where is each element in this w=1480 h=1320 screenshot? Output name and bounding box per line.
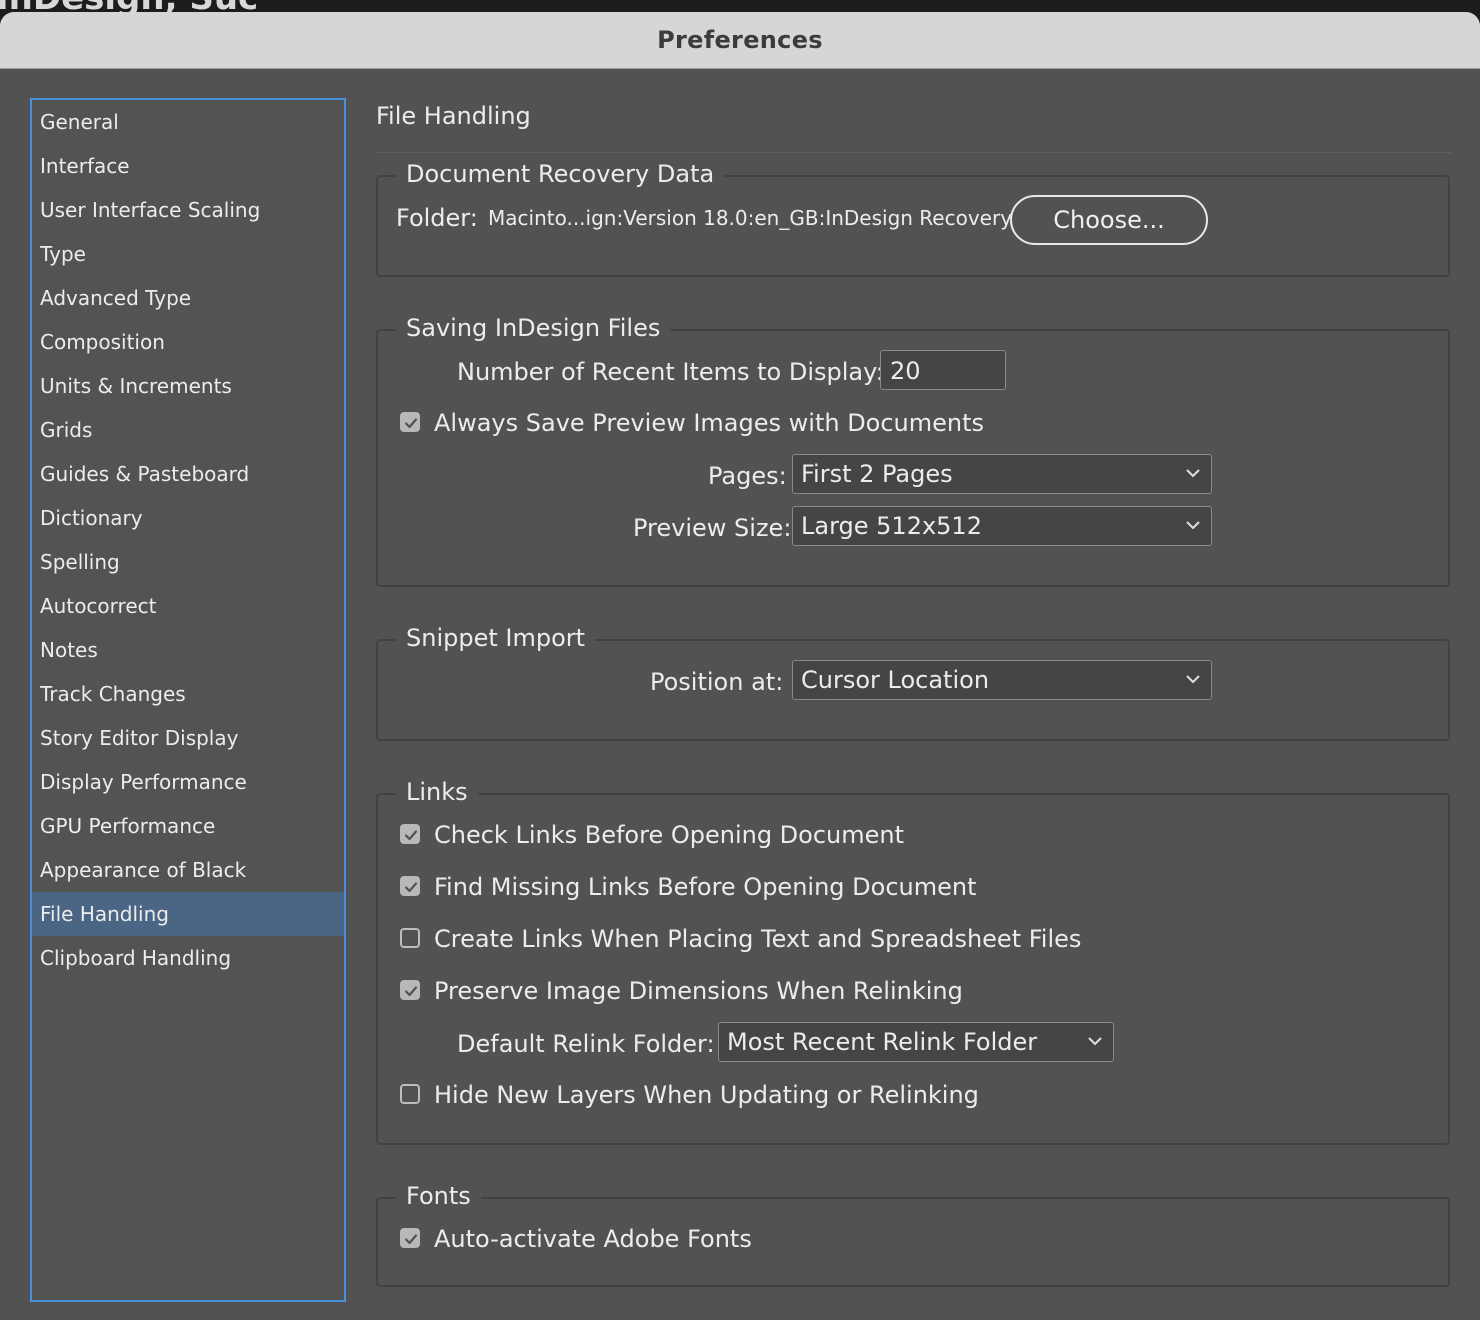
chevron-down-icon [1186, 469, 1200, 478]
sidebar-item-grids[interactable]: Grids [32, 408, 344, 452]
preview-size-label: Preview Size: [633, 514, 792, 542]
document-recovery-group: Document Recovery Data Folder: Macinto..… [376, 157, 1450, 277]
pages-label: Pages: [708, 462, 787, 490]
hide-new-layers-label: Hide New Layers When Updating or Relinki… [434, 1081, 979, 1109]
preferences-dialog: Preferences General Interface User Interfa… [0, 12, 1480, 1320]
sidebar-item-appearance-of-black[interactable]: Appearance of Black [32, 848, 344, 892]
chevron-down-icon [1186, 521, 1200, 530]
checkmark-icon [404, 882, 418, 893]
check-links-checkbox[interactable] [400, 824, 420, 844]
recent-items-label: Number of Recent Items to Display: [457, 358, 884, 386]
sidebar-item-track-changes[interactable]: Track Changes [32, 672, 344, 716]
find-missing-links-checkbox[interactable] [400, 876, 420, 896]
dialog-title: Preferences [657, 26, 823, 54]
always-save-preview-label: Always Save Preview Images with Document… [434, 409, 985, 437]
checkmark-icon [404, 986, 418, 997]
find-missing-links-label: Find Missing Links Before Opening Docume… [434, 873, 977, 901]
sidebar-item-spelling[interactable]: Spelling [32, 540, 344, 584]
position-at-value: Cursor Location [801, 666, 990, 694]
sidebar-item-file-handling[interactable]: File Handling [32, 892, 344, 936]
checkmark-icon [404, 1234, 418, 1245]
always-save-preview-checkbox[interactable] [400, 412, 420, 432]
position-at-dropdown[interactable]: Cursor Location [792, 660, 1212, 700]
choose-folder-button[interactable]: Choose... [1010, 195, 1208, 245]
sidebar-item-general[interactable]: General [32, 100, 344, 144]
chevron-down-icon [1088, 1037, 1102, 1046]
checkmark-icon [404, 830, 418, 841]
preview-size-value: Large 512x512 [801, 512, 982, 540]
file-handling-panel: File Handling Document Recovery Data Fol… [376, 100, 1456, 1300]
snippet-import-group-title: Snippet Import [396, 621, 596, 655]
sidebar-item-advanced-type[interactable]: Advanced Type [32, 276, 344, 320]
sidebar-item-story-editor-display[interactable]: Story Editor Display [32, 716, 344, 760]
pages-value: First 2 Pages [801, 460, 953, 488]
document-recovery-group-title: Document Recovery Data [396, 157, 725, 191]
fonts-group: Fonts Auto-activate Adobe Fonts [376, 1179, 1450, 1287]
preserve-dimensions-checkbox[interactable] [400, 980, 420, 1000]
saving-files-group-title: Saving InDesign Files [396, 311, 671, 345]
recent-items-field[interactable]: 20 [880, 350, 1006, 390]
sidebar-item-guides-pasteboard[interactable]: Guides & Pasteboard [32, 452, 344, 496]
saving-files-group: Saving InDesign Files Number of Recent I… [376, 311, 1450, 587]
default-relink-folder-label: Default Relink Folder: [457, 1030, 715, 1058]
pages-dropdown[interactable]: First 2 Pages [792, 454, 1212, 494]
position-at-label: Position at: [650, 668, 784, 696]
dialog-titlebar[interactable]: Preferences [0, 12, 1480, 69]
default-relink-folder-value: Most Recent Relink Folder [727, 1028, 1038, 1056]
recent-items-value: 20 [890, 357, 921, 385]
sidebar-item-gpu-performance[interactable]: GPU Performance [32, 804, 344, 848]
auto-activate-fonts-label: Auto-activate Adobe Fonts [434, 1225, 752, 1253]
sidebar-item-notes[interactable]: Notes [32, 628, 344, 672]
create-links-label: Create Links When Placing Text and Sprea… [434, 925, 1082, 953]
sidebar-item-autocorrect[interactable]: Autocorrect [32, 584, 344, 628]
recovery-folder-path: Macinto...ign:Version 18.0:en_GB:InDesig… [488, 206, 1013, 230]
sidebar-item-interface[interactable]: Interface [32, 144, 344, 188]
section-divider [376, 152, 1452, 153]
sidebar-item-type[interactable]: Type [32, 232, 344, 276]
default-relink-folder-dropdown[interactable]: Most Recent Relink Folder [718, 1022, 1114, 1062]
auto-activate-fonts-checkbox[interactable] [400, 1228, 420, 1248]
hide-new-layers-checkbox[interactable] [400, 1084, 420, 1104]
links-group: Links Check Links Before Opening Documen… [376, 775, 1450, 1145]
snippet-import-group: Snippet Import Position at: Cursor Locat… [376, 621, 1450, 741]
sidebar-item-units-increments[interactable]: Units & Increments [32, 364, 344, 408]
preferences-sidebar: General Interface User Interface Scaling Ty… [30, 98, 346, 1302]
sidebar-item-dictionary[interactable]: Dictionary [32, 496, 344, 540]
sidebar-item-user-interface-scaling[interactable]: User Interface Scaling [32, 188, 344, 232]
links-group-title: Links [396, 775, 478, 809]
fonts-group-title: Fonts [396, 1179, 481, 1213]
sidebar-item-display-performance[interactable]: Display Performance [32, 760, 344, 804]
check-links-label: Check Links Before Opening Document [434, 821, 905, 849]
create-links-checkbox[interactable] [400, 928, 420, 948]
preserve-dimensions-label: Preserve Image Dimensions When Relinking [434, 977, 963, 1005]
sidebar-item-clipboard-handling[interactable]: Clipboard Handling [32, 936, 344, 980]
preview-size-dropdown[interactable]: Large 512x512 [792, 506, 1212, 546]
folder-label: Folder: [396, 204, 478, 232]
checkmark-icon [404, 418, 418, 429]
chevron-down-icon [1186, 675, 1200, 684]
sidebar-item-composition[interactable]: Composition [32, 320, 344, 364]
section-title: File Handling [376, 102, 531, 130]
